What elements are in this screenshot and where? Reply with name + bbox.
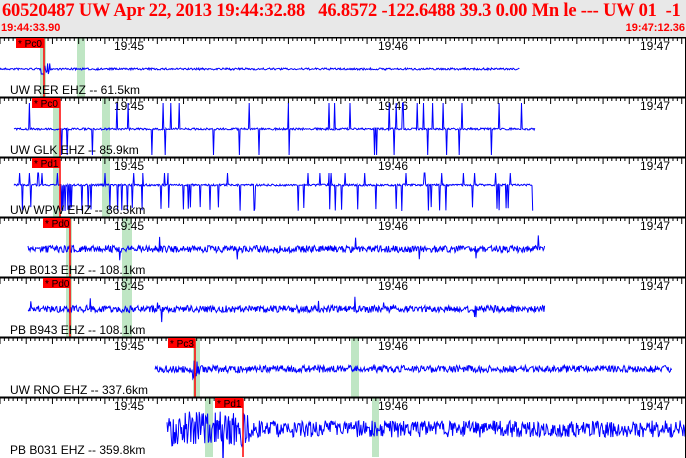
phase-pick-label: * Pc3 <box>170 339 194 350</box>
time-window <box>205 397 213 457</box>
time-label: 19:47 <box>640 219 670 233</box>
channel-panel-7[interactable]: 19:45 19:46 19:47 * Pd1 PB B031 EHZ -- 359.8… <box>0 396 686 458</box>
seismic-trace <box>166 411 686 458</box>
time-label: 19:45 <box>114 339 144 353</box>
channel-label: UW GLK EHZ -- 85.9km <box>10 143 139 157</box>
time-label: 19:47 <box>640 159 670 173</box>
channel-panel-3[interactable]: 19:45 19:46 19:47 * Pd1 UW WPW EHZ -- 86.5km <box>0 156 686 217</box>
time-label: 19:47 <box>640 399 670 413</box>
time-label: 19:46 <box>378 39 408 53</box>
event-title: 60520487 UW Apr 22, 2013 19:44:32.88 46.… <box>2 1 681 21</box>
time-label: 19:47 <box>640 39 670 53</box>
channel-label: PB B943 EHZ -- 108.1km <box>10 323 145 337</box>
time-label: 19:45 <box>114 99 144 113</box>
time-label: 19:46 <box>378 159 408 173</box>
phase-pick-label: * Pd1 <box>217 399 242 410</box>
time-label: 19:45 <box>114 219 144 233</box>
time-label: 19:45 <box>114 399 144 413</box>
channel-panel-2[interactable]: 19:45 19:46 19:47* Pc0UW GLK EHZ -- 85.9km <box>0 96 686 157</box>
time-label: 19:47 <box>640 99 670 113</box>
channel-label: PB B031 EHZ -- 359.8km <box>10 443 145 457</box>
time-label: 19:47 <box>640 279 670 293</box>
time-label: 19:46 <box>378 279 408 293</box>
channel-label: PB B013 EHZ -- 108.1km <box>10 263 145 277</box>
time-label: 19:46 <box>378 219 408 233</box>
phase-pick-label: * Pc0 <box>34 99 58 110</box>
seismic-trace <box>154 360 673 381</box>
time-label: 19:45 <box>114 159 144 173</box>
seismic-trace <box>27 235 546 261</box>
time-label: 19:45 <box>114 279 144 293</box>
channel-panel-6[interactable]: 19:45 19:46 19:47 * Pc3 UW RNO EHZ -- 337.6k… <box>0 336 686 397</box>
waveform-panels[interactable]: 19:45 19:46 19:47 * Pc0 UW RER EHZ -- 61.5km… <box>0 37 686 458</box>
event-header: 60520487 UW Apr 22, 2013 19:44:32.88 46.… <box>0 0 686 37</box>
phase-pick-label: * Pd1 <box>34 159 59 170</box>
end-time: 19:47:12.36 <box>625 22 685 34</box>
channel-panel-5[interactable]: 19:45 19:46 19:47 * Pd0 PB B943 EHZ -- 108.1… <box>0 276 686 337</box>
channel-panel-4[interactable]: 19:45 19:46 19:47 * Pd0 PB B013 EHZ -- 108.1… <box>0 216 686 277</box>
time-label: 19:46 <box>378 339 408 353</box>
seismic-trace <box>27 296 546 323</box>
channel-label: UW WPW EHZ -- 86.5km <box>10 203 145 217</box>
phase-pick-label: * Pc0 <box>18 39 42 50</box>
start-time: 19:44:33.90 <box>1 22 61 34</box>
channel-label: UW RNO EHZ -- 337.6km <box>10 383 148 397</box>
channel-label: UW RER EHZ -- 61.5km <box>10 83 140 97</box>
phase-pick-label: * Pd0 <box>45 279 70 290</box>
phase-pick-label: * Pd0 <box>45 219 70 230</box>
time-label: 19:47 <box>640 339 670 353</box>
time-label: 19:46 <box>378 399 408 413</box>
channel-panel-1[interactable]: 19:45 19:46 19:47 * Pc0 UW RER EHZ -- 61.5km <box>0 37 686 97</box>
time-label: 19:45 <box>114 39 144 53</box>
